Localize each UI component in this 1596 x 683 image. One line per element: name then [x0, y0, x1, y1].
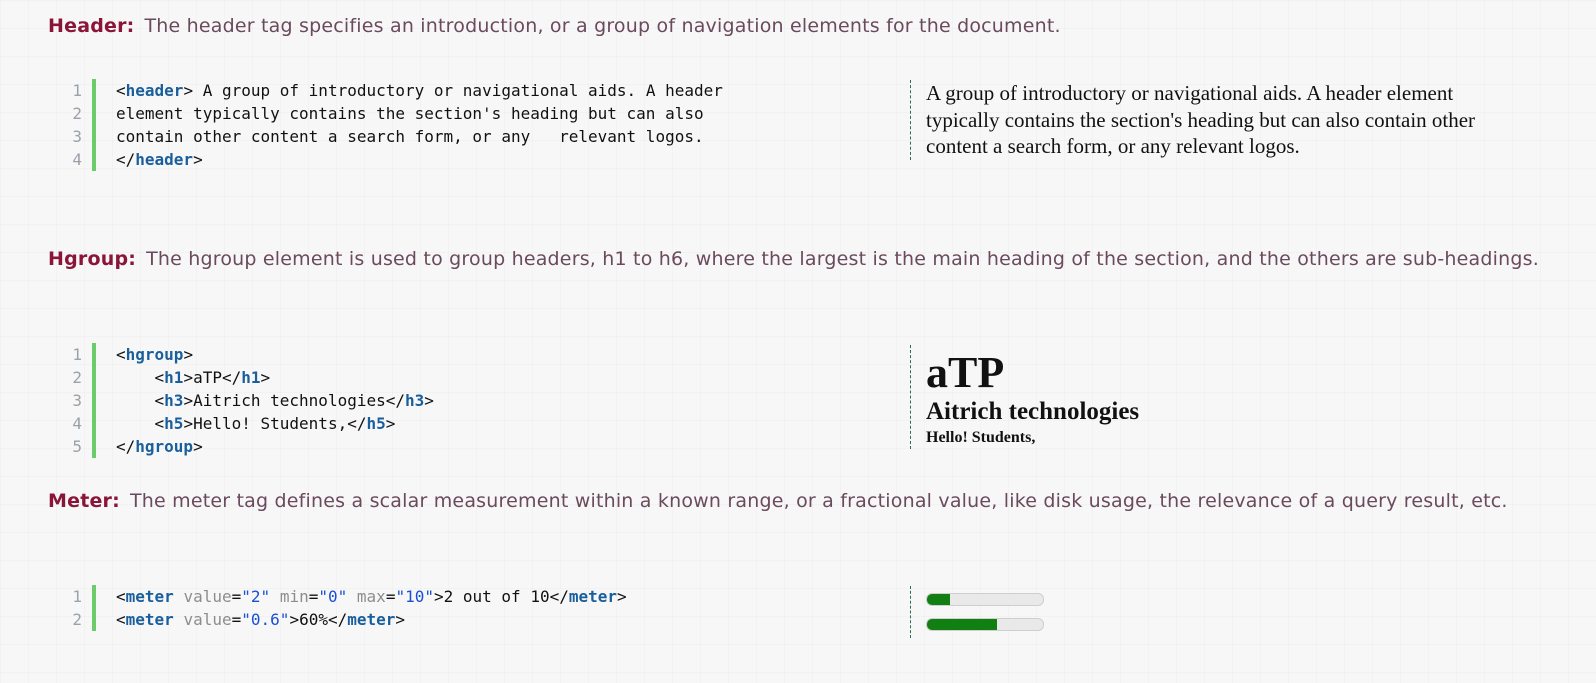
section-title: Header: The header tag specifies an intro…: [48, 10, 1548, 42]
code-content: <meter value="2" min="0" max="10">2 out …: [96, 585, 627, 631]
header-section: Header: The header tag specifies an intro…: [48, 10, 1548, 42]
code-tag: meter: [347, 610, 396, 629]
code-tag: meter: [568, 587, 618, 606]
code-punct: </: [116, 150, 136, 169]
section-description: The meter tag defines a scalar measureme…: [129, 490, 1508, 512]
meter-bar: [926, 618, 1044, 631]
code-line: contain other content a search form, or …: [116, 127, 704, 146]
meter-section: Meter: The meter tag defines a scalar mea…: [48, 485, 1548, 517]
line-number: 1: [72, 81, 82, 100]
code-tag: h1: [164, 368, 184, 387]
meter-fill: [927, 594, 951, 605]
hgroup-code-block: 1 2 3 4 5 <hgroup> <h1>aTP</h1> <h3>Aitr…: [62, 343, 434, 458]
preview-h3: Aitrich technologies: [926, 398, 1140, 425]
code-tag: header: [135, 150, 194, 169]
section-tag: Meter:: [48, 490, 120, 512]
header-preview: A group of introductory or navigational …: [910, 80, 1526, 160]
code-attr: value: [183, 587, 232, 606]
code-text: 2 out of 10: [443, 587, 550, 606]
meter-code-block: 1 2 <meter value="2" min="0" max="10">2 …: [62, 585, 627, 631]
code-attr: min: [279, 587, 309, 606]
code-tag: meter: [125, 587, 174, 606]
code-line: </header>: [116, 148, 723, 171]
line-number: 4: [72, 414, 82, 433]
code-text: 60%: [299, 610, 328, 629]
code-tag: meter: [125, 610, 174, 629]
code-text: aTP: [193, 368, 222, 387]
code-string: "10": [395, 587, 434, 606]
code-content: <hgroup> <h1>aTP</h1> <h3>Aitrich techno…: [96, 343, 434, 458]
code-tag: h5: [164, 414, 184, 433]
code-punct: >: [183, 81, 194, 100]
line-number: 3: [72, 391, 82, 410]
code-text: Hello! Students,: [193, 414, 348, 433]
section-tag: Header:: [48, 15, 135, 37]
preview-text: A group of introductory or navigational …: [926, 81, 1476, 158]
code-tag: h1: [241, 368, 261, 387]
code-line: <meter value="0.6">60%</meter>: [116, 610, 406, 629]
code-string: "2": [241, 587, 271, 606]
preview-h1: aTP: [926, 348, 1005, 397]
code-tag: header: [125, 81, 184, 100]
code-attr: max: [356, 587, 386, 606]
meter-bar: [926, 593, 1044, 606]
line-number: 2: [72, 368, 82, 387]
code-string: "0": [318, 587, 348, 606]
section-tag: Hgroup:: [48, 248, 137, 270]
code-tag: hgroup: [125, 345, 184, 364]
section-title: Hgroup: The hgroup element is used to gro…: [48, 243, 1548, 275]
section-description: The header tag specifies an introduction…: [144, 15, 1061, 37]
line-number: 2: [72, 610, 82, 629]
code-line: <hgroup>: [116, 345, 194, 364]
line-number: 1: [72, 345, 82, 364]
code-tag: h3: [164, 391, 184, 410]
code-text: A group of introductory or navigational …: [193, 81, 723, 100]
hgroup-section: Hgroup: The hgroup element is used to gro…: [48, 243, 1548, 275]
code-attr: value: [183, 610, 232, 629]
code-line: <h1>aTP</h1>: [116, 368, 271, 387]
code-line: <header> A group of introductory or navi…: [116, 79, 723, 102]
line-number-gutter: 1 2 3 4: [62, 79, 96, 171]
meter-fill: [927, 619, 997, 630]
code-line: <h3>Aitrich technologies</h3>: [116, 391, 434, 410]
meter-preview: [910, 586, 1044, 638]
code-text: Aitrich technologies: [193, 391, 386, 410]
line-number: 3: [72, 127, 82, 146]
line-number: 1: [72, 587, 82, 606]
code-tag: h5: [366, 414, 386, 433]
code-tag: hgroup: [135, 437, 194, 456]
code-content: <header> A group of introductory or navi…: [96, 79, 723, 171]
code-punct: <: [116, 81, 126, 100]
code-tag: h3: [405, 391, 425, 410]
line-number: 4: [72, 150, 82, 169]
line-number: 2: [72, 104, 82, 123]
code-punct: >: [193, 150, 203, 169]
header-code-block: 1 2 3 4 <header> A group of introductory…: [62, 79, 723, 171]
line-number-gutter: 1 2 3 4 5: [62, 343, 96, 458]
code-line: element typically contains the section's…: [116, 104, 704, 123]
code-string: "0.6": [241, 610, 290, 629]
hgroup-preview: aTP Aitrich technologies Hello! Students…: [910, 345, 1139, 449]
code-line: </hgroup>: [116, 437, 203, 456]
line-number-gutter: 1 2: [62, 585, 96, 631]
code-line: <meter value="2" min="0" max="10">2 out …: [116, 587, 627, 606]
section-title: Meter: The meter tag defines a scalar mea…: [48, 485, 1548, 517]
section-description: The hgroup element is used to group head…: [146, 248, 1539, 270]
line-number: 5: [72, 437, 82, 456]
preview-h5: Hello! Students,: [926, 429, 1036, 446]
code-line: <h5>Hello! Students,</h5>: [116, 414, 396, 433]
